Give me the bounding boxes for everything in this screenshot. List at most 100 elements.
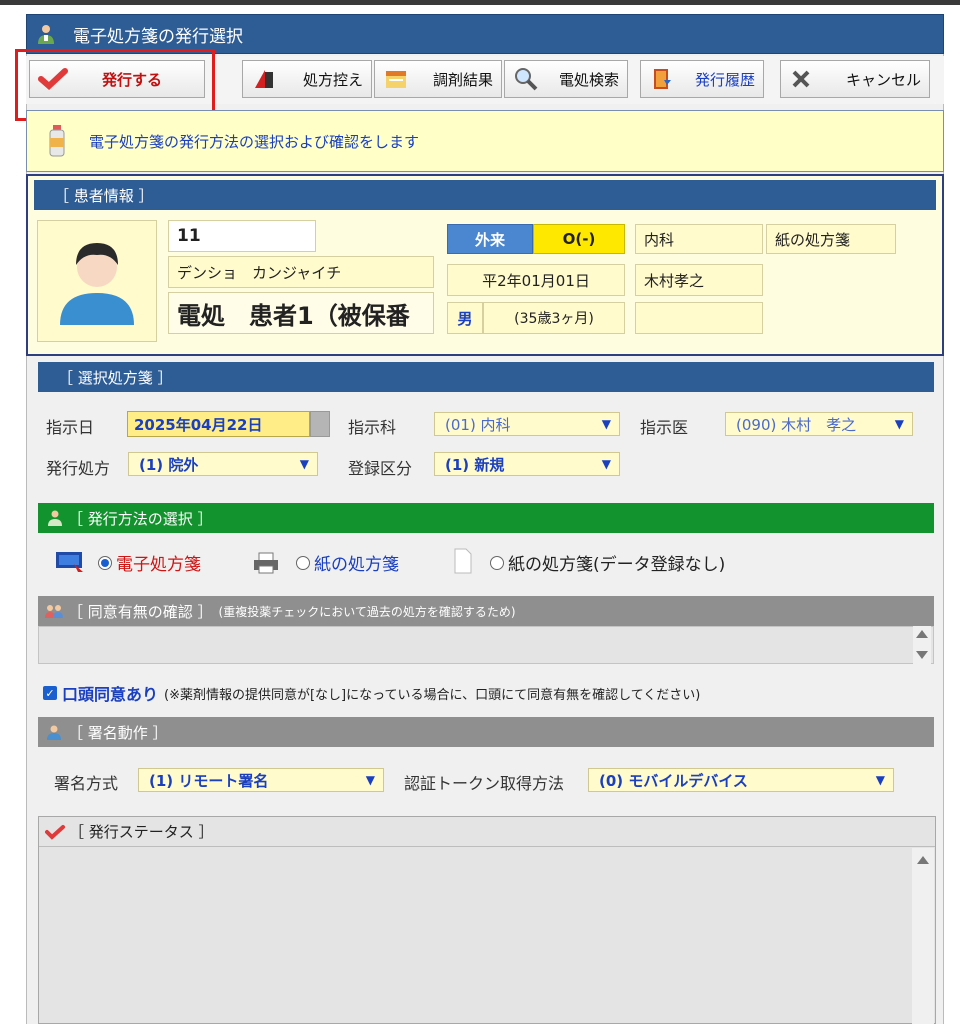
consent-header: ［ 同意有無の確認 ］ (重複投薬チェックにおいて過去の処方を確認するため) <box>38 596 934 626</box>
patient-info-title: ［ 患者情報 ］ <box>54 186 154 205</box>
radio-electronic-dot <box>98 555 112 570</box>
copy-button[interactable]: 処方控え <box>242 60 372 98</box>
issue-method-header: ［ 発行方法の選択 ］ <box>38 503 934 533</box>
verbal-consent-checkbox[interactable]: ✓ 口頭同意あり (※薬剤情報の提供同意が[なし]になっている場合に、口頭にて同… <box>43 681 700 705</box>
patient-id-field: 11 <box>168 220 316 252</box>
title-bar: 電子処方箋の発行選択 <box>26 14 944 54</box>
info-message-bar: 電子処方箋の発行方法の選択および確認をします <box>26 110 944 172</box>
verbal-consent-note: (※薬剤情報の提供同意が[なし]になっている場合に、口頭にて同意有無を確認してく… <box>164 687 701 703</box>
window-top-border <box>0 0 960 5</box>
radio-paper[interactable]: 紙の処方箋 <box>296 550 399 575</box>
doctor-icon <box>35 23 57 45</box>
doctor-select[interactable]: (090) 木村 孝之 ▼ <box>725 412 913 436</box>
scroll-down-icon[interactable] <box>916 651 928 659</box>
selected-prescription-title: ［ 選択処方箋 ］ <box>58 368 173 387</box>
chevron-down-icon: ▼ <box>601 457 611 471</box>
dept-label: 指示科 <box>348 418 397 437</box>
chevron-down-icon: ▼ <box>365 773 375 787</box>
verbal-consent-label: 口頭同意あり <box>62 685 159 704</box>
history-button-label: 発行履歴 <box>694 70 755 89</box>
person-icon <box>60 243 134 325</box>
blank-document-icon <box>454 548 472 574</box>
patient-kana-field: デンショ カンジャイチ <box>168 256 434 288</box>
chevron-down-icon: ▼ <box>299 457 309 471</box>
signature-header: ［ 署名動作 ］ <box>38 717 934 747</box>
checkbox-checked-icon: ✓ <box>43 686 57 700</box>
token-method-value: (0) モバイルデバイス <box>599 771 748 790</box>
status-scrollbar[interactable] <box>912 848 934 1024</box>
sex-field: 男 <box>447 302 483 334</box>
status-panel: ［ 発行ステータス ］ <box>38 816 936 1024</box>
patient-info-panel: ［ 患者情報 ］ 11 デンショ カンジャイチ 電処 患者1（被保番 外来 O(… <box>26 174 944 356</box>
dept-select-value: (01) 内科 <box>445 415 511 434</box>
radio-paper-nodata[interactable]: 紙の処方箋(データ登録なし) <box>490 550 725 575</box>
chevron-down-icon: ▼ <box>894 417 904 431</box>
cancel-button[interactable]: キャンセル <box>780 60 930 98</box>
reg-select[interactable]: (1) 新規 ▼ <box>434 452 620 476</box>
issue-select[interactable]: (1) 院外 ▼ <box>128 452 318 476</box>
notepad-icon <box>383 66 409 92</box>
chevron-down-icon: ▼ <box>875 773 885 787</box>
signature-method-value: (1) リモート署名 <box>149 771 269 790</box>
avatar <box>37 220 157 342</box>
calendar-button[interactable] <box>310 411 330 437</box>
prescription-kind-field: 紙の処方箋 <box>766 224 896 254</box>
reg-label: 登録区分 <box>348 459 413 478</box>
radio-electronic[interactable]: 電子処方箋 <box>98 550 201 575</box>
info-message-text: 電子処方箋の発行方法の選択および確認をします <box>89 132 420 151</box>
patient-info-header: ［ 患者情報 ］ <box>34 180 936 210</box>
selected-prescription-header: ［ 選択処方箋 ］ <box>38 362 934 392</box>
issue-method-title: ［ 発行方法の選択 ］ <box>68 509 213 528</box>
dispense-result-button[interactable]: 調剤結果 <box>374 60 502 98</box>
patient-name-field: 電処 患者1（被保番 <box>168 292 434 334</box>
signature-method-select[interactable]: (1) リモート署名 ▼ <box>138 768 384 792</box>
issue-select-value: (1) 院外 <box>139 455 199 474</box>
visit-type-badge: 外来 <box>447 224 533 254</box>
monitor-icon <box>54 550 86 574</box>
doctor-select-value: (090) 木村 孝之 <box>736 415 857 434</box>
doctor-icon <box>46 509 64 527</box>
empty-field <box>635 302 763 334</box>
copy-button-label: 処方控え <box>302 70 363 89</box>
book-icon <box>649 66 675 92</box>
radio-electronic-label: 電子処方箋 <box>116 555 201 575</box>
consent-scrollbar[interactable] <box>913 626 931 664</box>
check-icon <box>45 824 65 840</box>
person-icon <box>46 724 62 740</box>
department-field: 内科 <box>635 224 763 254</box>
people-icon <box>44 603 64 619</box>
search-button-label: 電処検索 <box>558 70 619 89</box>
visit-code-badge: O(-) <box>533 224 625 254</box>
status-header: ［ 発行ステータス ］ <box>39 817 935 847</box>
issue-label: 発行処方 <box>46 459 111 478</box>
doctor-label: 指示医 <box>640 418 689 437</box>
status-title: ［ 発行ステータス ］ <box>69 823 214 841</box>
search-button[interactable]: 電処検索 <box>504 60 628 98</box>
radio-paper-label: 紙の処方箋 <box>314 555 399 575</box>
dispense-result-label: 調剤結果 <box>432 70 493 89</box>
chevron-down-icon: ▼ <box>601 417 611 431</box>
printer-icon <box>252 552 280 574</box>
date-input[interactable]: 2025年04月22日 <box>127 411 310 437</box>
close-icon <box>789 67 813 91</box>
signature-method-label: 署名方式 <box>54 774 119 793</box>
medicine-bottle-icon <box>47 124 67 158</box>
magnifier-icon <box>513 66 539 92</box>
history-button[interactable]: 発行履歴 <box>640 60 764 98</box>
radio-paper-dot <box>296 555 310 570</box>
signature-title: ［ 署名動作 ］ <box>68 723 168 742</box>
consent-note: (重複投薬チェックにおいて過去の処方を確認するため) <box>218 604 516 619</box>
scroll-up-icon[interactable] <box>917 856 929 864</box>
age-field: (35歳3ヶ月) <box>483 302 625 334</box>
token-method-label: 認証トークン取得方法 <box>404 774 565 793</box>
radio-paper-nodata-label: 紙の処方箋(データ登録なし) <box>508 555 726 575</box>
dept-select[interactable]: (01) 内科 ▼ <box>434 412 620 436</box>
scroll-up-icon[interactable] <box>916 630 928 638</box>
copy-document-icon <box>251 66 277 92</box>
radio-paper-nodata-dot <box>490 555 504 570</box>
doctor-field: 木村孝之 <box>635 264 763 296</box>
consent-list[interactable] <box>38 626 934 664</box>
window-title: 電子処方箋の発行選択 <box>73 26 243 47</box>
reg-select-value: (1) 新規 <box>445 455 505 474</box>
token-method-select[interactable]: (0) モバイルデバイス ▼ <box>588 768 894 792</box>
